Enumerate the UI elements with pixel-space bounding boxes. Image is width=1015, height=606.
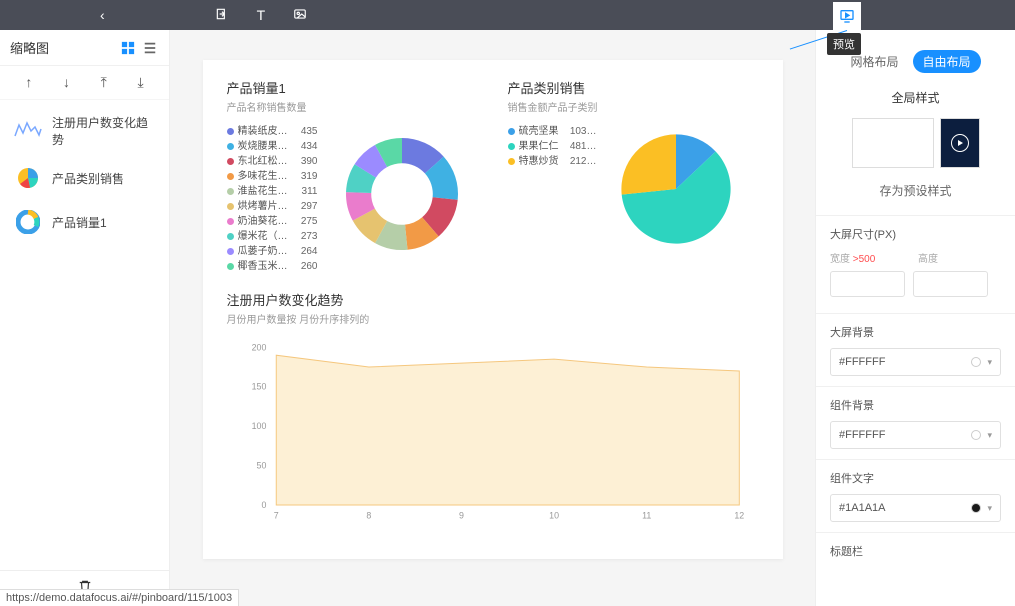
- width-hint: 宽度 >500: [830, 250, 910, 265]
- dimension-group: 大屏尺寸(PX) 宽度 >500 高度: [816, 215, 1015, 313]
- list-view-icon[interactable]: [141, 39, 159, 57]
- donut-chart-icon: [14, 208, 42, 236]
- donut-svg: [332, 124, 472, 264]
- style-presets: [816, 114, 1015, 172]
- style-preset-light[interactable]: [852, 118, 934, 168]
- sidebar-title: 缩略图: [10, 38, 49, 57]
- text-icon[interactable]: T: [257, 7, 266, 24]
- thumb-item-pie[interactable]: 产品类别销售: [6, 156, 163, 200]
- chart-subtitle: 月份用户数量按 月份升序排列的: [227, 311, 759, 326]
- donut-chart-block[interactable]: 产品销量1 产品名称销售数量 精装纸皮…435炭烧腰果1…434东北红松…390…: [227, 78, 478, 274]
- comp-text-value: #1A1A1A: [839, 502, 885, 514]
- chart-subtitle: 销售金额产品子类别: [508, 99, 759, 114]
- chart-title: 注册用户数变化趋势: [227, 290, 759, 309]
- height-hint: 高度: [918, 250, 998, 265]
- comp-text-label: 组件文字: [830, 470, 1001, 486]
- tab-grid-layout[interactable]: 网格布局: [850, 53, 898, 70]
- titlebar-label: 标题栏: [830, 543, 1001, 559]
- chart-title: 产品销量1: [227, 78, 478, 97]
- tab-free-layout[interactable]: 自由布局: [913, 50, 981, 73]
- comp-bg-label: 组件背景: [830, 397, 1001, 413]
- image-icon[interactable]: [293, 7, 307, 24]
- svg-text:150: 150: [251, 382, 266, 392]
- pie-chart-block[interactable]: 产品类别销售 销售金额产品子类别 硫壳坚果103…果果仁仁481…特惠炒货212…: [508, 78, 759, 274]
- back-icon[interactable]: ‹: [100, 7, 105, 23]
- arrow-bottom-icon[interactable]: ⤓: [137, 74, 143, 91]
- bg-color-field[interactable]: #FFFFFF ▾: [830, 348, 1001, 376]
- style-preset-dark[interactable]: [940, 118, 980, 168]
- svg-text:200: 200: [251, 342, 266, 352]
- canvas[interactable]: 产品销量1 产品名称销售数量 精装纸皮…435炭烧腰果1…434东北红松…390…: [170, 30, 815, 606]
- chevron-down-icon: ▾: [987, 503, 992, 514]
- bg-group: 大屏背景 #FFFFFF ▾: [816, 313, 1015, 386]
- properties-panel: 网格布局 自由布局 全局样式 存为预设样式 大屏尺寸(PX) 宽度 >500 高…: [815, 30, 1015, 606]
- topbar: ‹ T: [0, 0, 1015, 30]
- dimension-label: 大屏尺寸(PX): [830, 226, 1001, 242]
- arrow-up-icon[interactable]: ↑: [25, 74, 32, 91]
- comp-bg-value: #FFFFFF: [839, 429, 885, 441]
- svg-text:7: 7: [273, 511, 278, 521]
- import-icon[interactable]: [215, 7, 229, 24]
- thumb-label: 产品销量1: [52, 214, 107, 231]
- comp-text-group: 组件文字 #1A1A1A ▾: [816, 459, 1015, 532]
- arrow-top-icon[interactable]: ⤒: [101, 74, 107, 91]
- thumbnail-list: 注册用户数变化趋势 产品类别销售 产品销量1: [0, 100, 169, 570]
- dashboard: 产品销量1 产品名称销售数量 精装纸皮…435炭烧腰果1…434东北红松…390…: [203, 60, 783, 559]
- chart-subtitle: 产品名称销售数量: [227, 99, 478, 114]
- save-preset-label[interactable]: 存为预设样式: [816, 172, 1015, 215]
- comp-text-field[interactable]: #1A1A1A ▾: [830, 494, 1001, 522]
- svg-text:8: 8: [366, 511, 371, 521]
- donut-legend: 精装纸皮…435炭烧腰果1…434东北红松…390多味花生1…319淮盐花生…3…: [227, 124, 318, 274]
- pie-legend: 硫壳坚果103…果果仁仁481…特惠炒货212…: [508, 124, 597, 169]
- toolbar-tools: T: [215, 7, 308, 24]
- arrow-down-icon[interactable]: ↓: [63, 74, 70, 91]
- comp-bg-field[interactable]: #FFFFFF ▾: [830, 421, 1001, 449]
- svg-text:0: 0: [261, 500, 266, 510]
- global-style-label: 全局样式: [816, 81, 1015, 114]
- thumbnail-sidebar: 缩略图 ↑ ↓ ⤒ ⤓ 注册用户数变化趋势: [0, 30, 170, 606]
- bg-label: 大屏背景: [830, 324, 1001, 340]
- arrow-controls: ↑ ↓ ⤒ ⤓: [0, 66, 169, 100]
- chart-title: 产品类别销售: [508, 78, 759, 97]
- svg-text:100: 100: [251, 421, 266, 431]
- comp-bg-group: 组件背景 #FFFFFF ▾: [816, 386, 1015, 459]
- thumb-item-area[interactable]: 注册用户数变化趋势: [6, 106, 163, 156]
- svg-text:10: 10: [549, 511, 559, 521]
- chevron-down-icon: ▾: [987, 357, 992, 368]
- thumb-label: 产品类别销售: [52, 170, 124, 187]
- area-svg: 0 50 100 150 200 7 8 9 10 11 12: [227, 336, 759, 536]
- view-toggle: [119, 39, 159, 57]
- thumb-label: 注册用户数变化趋势: [52, 114, 155, 148]
- grid-view-icon[interactable]: [119, 39, 137, 57]
- svg-text:11: 11: [642, 511, 651, 521]
- width-input[interactable]: [830, 271, 905, 297]
- preview-button[interactable]: [833, 2, 861, 30]
- play-icon: [951, 134, 969, 152]
- titlebar-group: 标题栏: [816, 532, 1015, 577]
- thumb-item-donut[interactable]: 产品销量1: [6, 200, 163, 244]
- svg-text:12: 12: [734, 511, 744, 521]
- status-url: https://demo.datafocus.ai/#/pinboard/115…: [0, 589, 239, 606]
- svg-text:9: 9: [459, 511, 464, 521]
- height-input[interactable]: [913, 271, 988, 297]
- bg-color-value: #FFFFFF: [839, 356, 885, 368]
- area-chart-block[interactable]: 注册用户数变化趋势 月份用户数量按 月份升序排列的 0 50 100 150 200 7 8…: [227, 290, 759, 541]
- pie-svg: [611, 124, 741, 254]
- chevron-down-icon: ▾: [987, 430, 992, 441]
- area-chart-icon: [14, 117, 42, 145]
- pie-chart-icon: [14, 164, 42, 192]
- preview-tooltip: 预览: [827, 33, 861, 55]
- svg-text:50: 50: [256, 461, 266, 471]
